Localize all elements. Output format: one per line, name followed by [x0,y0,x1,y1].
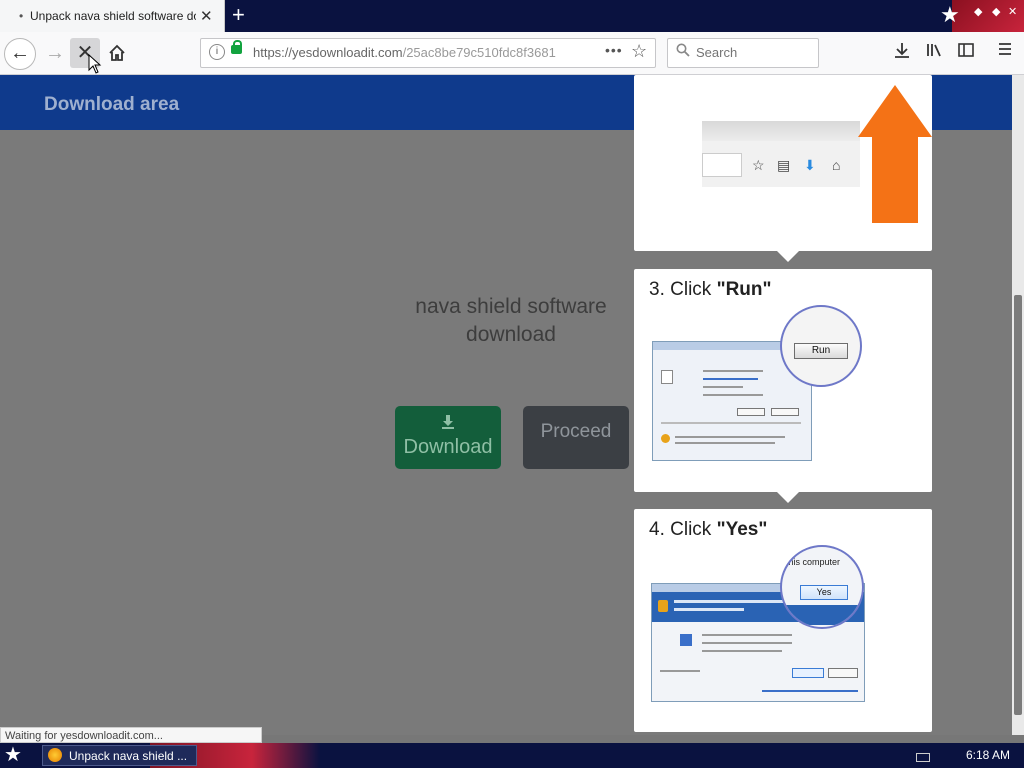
toolbar-illustration-top [702,121,860,141]
toolbar-illustration-url [702,153,742,177]
back-arrow-icon: ← [10,42,30,64]
step3-title: 3. Click "Run" [649,279,772,300]
forward-button[interactable]: → [40,38,70,68]
tray-keyboard-icon[interactable] [916,753,930,762]
info-icon[interactable]: i [209,44,225,60]
download-label: Download [403,436,493,458]
maximize-icon[interactable]: ◆ [992,5,1000,18]
search-input[interactable] [696,45,806,60]
forward-arrow-icon: → [45,42,65,64]
toolbar-illustration: ☆ ▤ ⬇ ⌂ [702,121,860,187]
download-arrow-icon [442,415,454,429]
home-button[interactable] [102,38,132,68]
orange-up-arrow-icon [858,85,932,223]
active-tab[interactable]: • Unpack nava shield software down ✕ [0,0,225,32]
library-icon[interactable] [925,41,943,64]
navigation-toolbar: ← → ✕ i https://yesdownloadit.com/25ac8b… [0,32,1024,75]
lock-icon[interactable] [231,45,242,54]
step4-title: 4. Click "Yes" [649,519,768,540]
taskbar-task-button[interactable]: Unpack nava shield ... [42,745,197,766]
search-icon [676,43,690,61]
uac-zoom-text: this computer [786,557,841,567]
minimize-icon[interactable]: ◆ [974,5,982,18]
start-button[interactable]: ★ [4,742,22,767]
downloads-icon[interactable] [893,41,911,64]
download-button[interactable]: Download [395,406,501,469]
taskbar-clock[interactable]: 6:18 AM [966,748,1010,762]
tab-title: Unpack nava shield software down [30,9,196,23]
run-button-zoom: Run [780,305,862,387]
proceed-button[interactable]: Proceed [523,406,629,469]
search-bar[interactable] [667,38,819,68]
url-bar[interactable]: i https://yesdownloadit.com/25ac8be79c51… [200,38,656,68]
close-window-icon[interactable]: ✕ [1008,5,1017,18]
card-pointer [776,491,800,503]
instruction-card-yes: 4. Click "Yes" this computer Yes [634,509,932,732]
firefox-icon [48,748,62,762]
run-button-illustration: Run [794,343,848,359]
illustration-download-icon: ⬇ [804,157,816,173]
illustration-star-icon: ☆ [752,157,765,173]
instruction-card-run: 3. Click "Run" Run [634,269,932,492]
card-pointer [776,250,800,262]
tab-loading-indicator: • [19,9,24,23]
back-button[interactable]: ← [4,38,36,70]
url-text[interactable]: https://yesdownloadit.com/25ac8be79c510f… [253,45,563,60]
header-title: Download area [44,94,180,115]
scrollbar-thumb[interactable] [1014,295,1022,715]
illustration-clipboard-icon: ▤ [777,157,791,173]
tab-close-icon[interactable]: ✕ [200,7,213,25]
url-path: /25ac8be79c510fdc8f3681 [402,45,556,60]
yes-button-illustration: Yes [800,585,848,600]
star-logo-icon: ★ [940,2,960,27]
home-icon [109,44,125,61]
bookmark-star-icon[interactable]: ☆ [631,41,647,62]
yes-button-zoom: this computer Yes [780,545,864,629]
url-domain: https://yesdownloadit.com [253,45,403,60]
new-tab-button[interactable]: + [232,2,245,28]
sidebar-icon[interactable] [957,41,975,64]
page-actions-icon[interactable]: ••• [605,42,623,58]
status-bar-text: Waiting for yesdownloadit.com... [0,727,262,743]
illustration-home-icon: ⌂ [832,157,841,173]
mouse-cursor-icon [88,54,102,74]
page-heading: nava shield software download [415,295,607,346]
instruction-card-download-arrow: ☆ ▤ ⬇ ⌂ [634,75,932,251]
menu-icon[interactable] [997,41,1013,62]
page-scrollbar[interactable] [1012,75,1024,735]
